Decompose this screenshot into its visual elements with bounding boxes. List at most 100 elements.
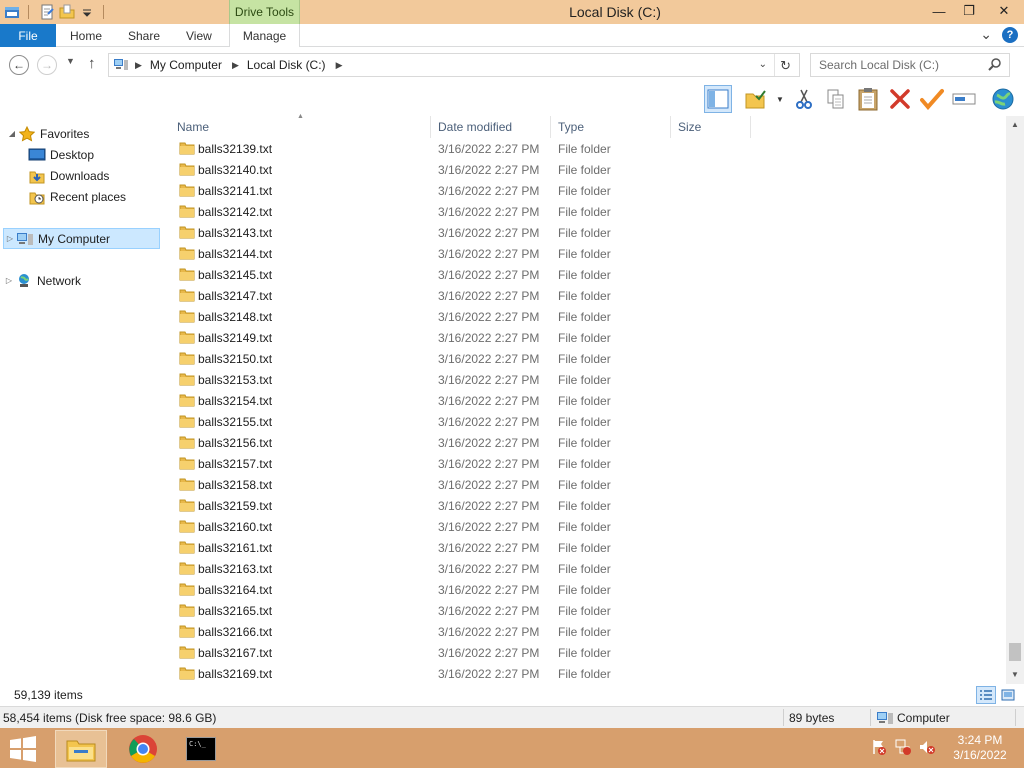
minimize-button[interactable]: — [924,0,954,22]
action-center-flag-icon[interactable] [870,738,888,756]
file-name[interactable]: balls32158.txt [198,478,272,492]
taskbar-command-prompt[interactable]: C:\_ [175,730,227,768]
back-button[interactable]: ← [9,55,29,75]
network-expander-icon[interactable]: ▷ [3,276,15,285]
table-row[interactable]: balls32164.txt 3/16/2022 2:27 PM File fold… [170,579,1006,600]
file-name[interactable]: balls32160.txt [198,520,272,534]
recent-locations-icon[interactable]: ▼ [66,56,75,66]
folder-options-dropdown-icon[interactable]: ▼ [776,95,784,104]
taskbar-chrome[interactable] [117,730,169,768]
preview-pane-button[interactable] [704,85,732,113]
taskbar-clock[interactable]: 3:24 PM 3/16/2022 [950,733,1010,763]
search-icon[interactable] [987,57,1003,73]
file-name[interactable]: balls32166.txt [198,625,272,639]
scroll-up-arrow[interactable]: ▲ [1006,116,1024,132]
table-row[interactable]: balls32160.txt 3/16/2022 2:27 PM File fold… [170,516,1006,537]
taskbar-file-explorer[interactable] [55,730,107,768]
favorites-expander-icon[interactable]: ◢ [6,129,18,138]
cut-button[interactable] [790,85,818,113]
network-disconnected-icon[interactable] [894,738,912,756]
forward-button[interactable]: → [37,55,57,75]
table-row[interactable]: balls32144.txt 3/16/2022 2:27 PM File fold… [170,243,1006,264]
tab-file[interactable]: File [0,24,56,47]
table-row[interactable]: balls32141.txt 3/16/2022 2:27 PM File fold… [170,180,1006,201]
nav-favorites[interactable]: ◢ Favorites [6,123,163,144]
details-view-button[interactable] [976,686,996,704]
tab-share[interactable]: Share [128,24,160,47]
file-name[interactable]: balls32155.txt [198,415,272,429]
file-name[interactable]: balls32140.txt [198,163,272,177]
network-globe-button[interactable] [989,85,1017,113]
table-row[interactable]: balls32148.txt 3/16/2022 2:27 PM File fold… [170,306,1006,327]
file-name[interactable]: balls32169.txt [198,667,272,681]
expand-ribbon-icon[interactable]: ⌄ [980,26,992,43]
table-row[interactable]: balls32150.txt 3/16/2022 2:27 PM File fold… [170,348,1006,369]
table-row[interactable]: balls32155.txt 3/16/2022 2:27 PM File fold… [170,411,1006,432]
table-row[interactable]: balls32145.txt 3/16/2022 2:27 PM File fold… [170,264,1006,285]
help-icon[interactable]: ? [1002,26,1018,43]
file-name[interactable]: balls32161.txt [198,541,272,555]
tab-home[interactable]: Home [70,24,102,47]
my-computer-expander-icon[interactable]: ▷ [4,234,16,243]
nav-downloads[interactable]: Downloads [28,165,157,186]
table-row[interactable]: balls32161.txt 3/16/2022 2:27 PM File fold… [170,537,1006,558]
breadcrumb-my-computer[interactable]: My Computer [150,58,222,72]
table-row[interactable]: balls32147.txt 3/16/2022 2:27 PM File fold… [170,285,1006,306]
rename-button[interactable] [950,85,978,113]
breadcrumb-local-disk[interactable]: Local Disk (C:) [247,58,326,72]
search-input[interactable]: Search Local Disk (C:) [819,58,939,72]
nav-recent-places[interactable]: Recent places [28,186,157,207]
breadcrumb-separator[interactable]: ▶ [135,60,142,71]
scroll-down-arrow[interactable]: ▼ [1006,666,1024,682]
table-row[interactable]: balls32143.txt 3/16/2022 2:27 PM File fold… [170,222,1006,243]
copy-button[interactable] [822,85,850,113]
address-bar[interactable]: ▶ My Computer ▶ Local Disk (C:) ▶ ⌄ ↻ [108,53,800,77]
vertical-scrollbar[interactable]: ▲ ▼ [1006,116,1024,684]
file-name[interactable]: balls32164.txt [198,583,272,597]
file-name[interactable]: balls32167.txt [198,646,272,660]
table-row[interactable]: balls32142.txt 3/16/2022 2:27 PM File fold… [170,201,1006,222]
search-box[interactable]: Search Local Disk (C:) [810,53,1010,77]
file-name[interactable]: balls32149.txt [198,331,272,345]
file-name[interactable]: balls32148.txt [198,310,272,324]
table-row[interactable]: balls32154.txt 3/16/2022 2:27 PM File fold… [170,390,1006,411]
file-name[interactable]: balls32154.txt [198,394,272,408]
close-button[interactable]: ✕ [984,0,1024,22]
select-button[interactable] [918,85,946,113]
file-name[interactable]: balls32145.txt [198,268,272,282]
refresh-icon[interactable]: ↻ [780,58,791,74]
nav-my-computer[interactable]: ▷ My Computer [3,228,160,249]
table-row[interactable]: balls32149.txt 3/16/2022 2:27 PM File fold… [170,327,1006,348]
file-name[interactable]: balls32141.txt [198,184,272,198]
up-button[interactable]: ↑ [88,55,96,72]
column-header-name[interactable]: Name ▲ [170,113,431,138]
column-header-date[interactable]: Date modified [431,116,551,138]
restore-button[interactable]: ❐ [954,0,984,22]
column-header-type[interactable]: Type [551,116,671,138]
file-name[interactable]: balls32156.txt [198,436,272,450]
table-row[interactable]: balls32157.txt 3/16/2022 2:27 PM File fold… [170,453,1006,474]
table-row[interactable]: balls32153.txt 3/16/2022 2:27 PM File fold… [170,369,1006,390]
tab-view[interactable]: View [186,24,212,47]
column-header-size[interactable]: Size [671,116,751,138]
paste-button[interactable] [854,85,882,113]
folder-options-button[interactable] [742,85,770,113]
table-row[interactable]: balls32158.txt 3/16/2022 2:27 PM File fold… [170,474,1006,495]
table-row[interactable]: balls32165.txt 3/16/2022 2:27 PM File fold… [170,600,1006,621]
table-row[interactable]: balls32140.txt 3/16/2022 2:27 PM File fold… [170,159,1006,180]
file-name[interactable]: balls32157.txt [198,457,272,471]
table-row[interactable]: balls32169.txt 3/16/2022 2:27 PM File fold… [170,663,1006,684]
file-name[interactable]: balls32165.txt [198,604,272,618]
table-row[interactable]: balls32156.txt 3/16/2022 2:27 PM File fold… [170,432,1006,453]
file-name[interactable]: balls32143.txt [198,226,272,240]
tab-manage[interactable]: Manage [229,24,300,47]
table-row[interactable]: balls32139.txt 3/16/2022 2:27 PM File fold… [170,138,1006,159]
windows-start-icon[interactable] [8,736,38,762]
table-row[interactable]: balls32163.txt 3/16/2022 2:27 PM File fold… [170,558,1006,579]
file-name[interactable]: balls32159.txt [198,499,272,513]
file-name[interactable]: balls32163.txt [198,562,272,576]
table-row[interactable]: balls32159.txt 3/16/2022 2:27 PM File fold… [170,495,1006,516]
breadcrumb-separator[interactable]: ▶ [232,60,239,71]
nav-network[interactable]: ▷ Network [3,270,160,291]
breadcrumb-separator[interactable]: ▶ [336,60,343,71]
